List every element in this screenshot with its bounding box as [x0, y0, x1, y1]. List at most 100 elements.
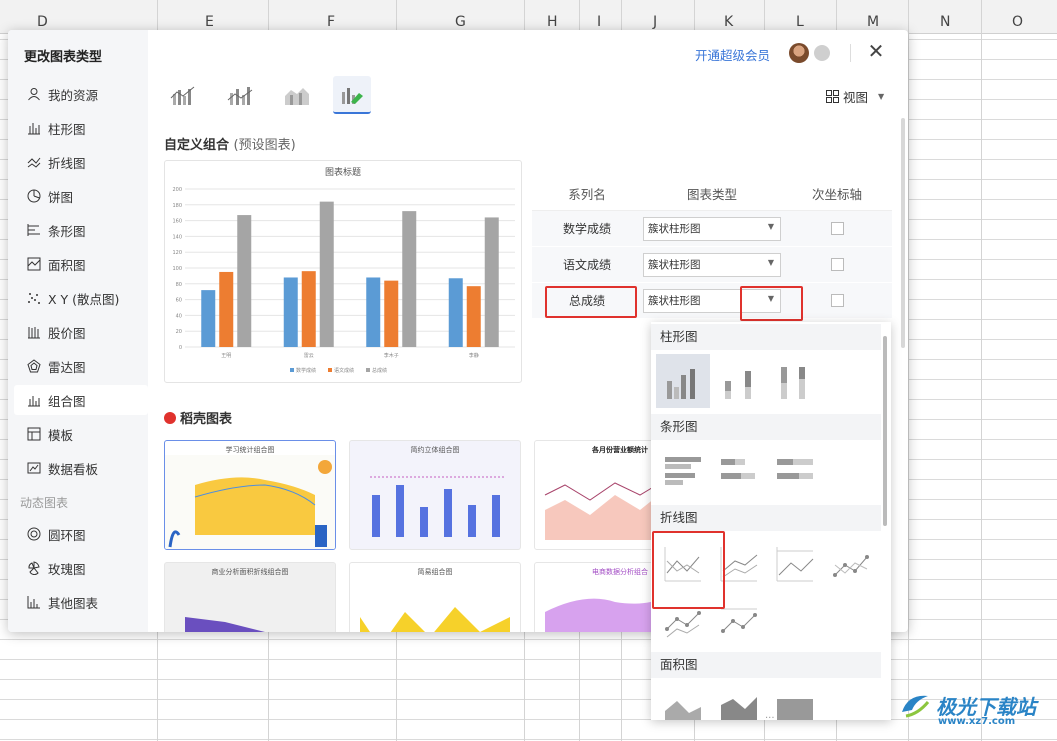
option-stacked-bar[interactable] — [712, 444, 766, 498]
view-dropdown[interactable]: 视图 ▼ — [826, 87, 884, 106]
sidebar-item-pie[interactable]: 饼图 — [14, 181, 148, 211]
column-header-g[interactable]: G — [455, 14, 466, 30]
percent-stacked-bar-icon — [777, 459, 813, 479]
option-percent-stacked-bar[interactable] — [768, 444, 822, 498]
combo-column-area-icon — [227, 87, 253, 105]
template-title: 学习统计组合图 — [225, 446, 275, 454]
option-stacked-column[interactable] — [712, 354, 766, 408]
clustered-column-icon — [667, 369, 695, 399]
sidebar-item-scatter[interactable]: X Y (散点图) — [14, 283, 148, 313]
dropdown-scrollbar[interactable] — [883, 336, 887, 526]
option-stacked-area[interactable] — [712, 682, 766, 720]
column-header-h[interactable]: H — [547, 14, 558, 30]
column-header-i[interactable]: I — [597, 14, 601, 30]
sidebar-item-stock[interactable]: 股价图 — [14, 317, 148, 347]
y-tick-label: 0 — [179, 345, 182, 351]
dialog-scrollbar[interactable] — [901, 118, 905, 348]
column-header-j[interactable]: J — [653, 14, 657, 30]
column-header-d[interactable]: D — [37, 14, 48, 30]
vip-link[interactable]: 开通超级会员 — [695, 45, 770, 64]
avatar[interactable] — [789, 43, 809, 63]
view-label: 视图 — [843, 90, 869, 105]
header-series-name: 系列名 — [568, 187, 606, 202]
section-title-sub: (预设图表) — [233, 138, 296, 153]
sidebar-item-combo[interactable]: 组合图 — [14, 385, 148, 415]
series-name: 语文成绩 — [562, 258, 611, 272]
option-clustered-bar[interactable] — [656, 444, 710, 498]
bar-1 — [283, 277, 298, 347]
sidebar-item-area[interactable]: 面积图 — [14, 249, 148, 279]
sidebar-item-template[interactable]: 模板 — [14, 419, 148, 449]
column-chart-icon — [26, 120, 42, 136]
template-card[interactable]: 简易组合图 — [349, 562, 521, 632]
sidebar-item-label: 数据看板 — [48, 461, 99, 477]
percent-stacked-line-markers-icon — [721, 608, 757, 633]
secondary-axis-checkbox[interactable] — [830, 222, 844, 235]
x-tick-label: 李静 — [469, 352, 479, 359]
legend-label: 语文成绩 — [334, 367, 354, 374]
dialog-title: 更改图表类型 — [24, 50, 103, 65]
dropdown-group-column: 柱形图 — [651, 324, 881, 350]
sidebar-item-column[interactable]: 柱形图 — [14, 113, 148, 143]
option-clustered-column[interactable] — [656, 354, 710, 408]
sidebar-item-label: 组合图 — [48, 393, 86, 409]
dashboard-icon — [26, 460, 42, 476]
template-preview-image — [360, 607, 510, 632]
template-card[interactable]: 简约立体组合图 — [349, 440, 521, 550]
secondary-axis-checkbox[interactable] — [830, 258, 844, 271]
option-percent-stacked-line[interactable] — [768, 536, 822, 590]
tab-combo-style-2[interactable] — [221, 76, 259, 114]
sidebar-item-label: 折线图 — [48, 155, 86, 171]
bar-2 — [301, 271, 316, 347]
column-header-bar: D E F G H I J K L M N O — [0, 0, 1057, 34]
sidebar-item-other[interactable]: 其他图表 — [14, 587, 148, 617]
watermark: 极光下载站 www.xz7.com — [898, 690, 1036, 727]
sidebar-item-donut[interactable]: 圆环图 — [14, 519, 148, 549]
option-area[interactable] — [656, 682, 710, 720]
sidebar-item-line[interactable]: 折线图 — [14, 147, 148, 177]
y-tick-label: 120 — [172, 250, 182, 256]
tab-combo-style-3[interactable] — [278, 76, 316, 114]
dropdown-group-line: 折线图 — [651, 505, 881, 531]
sidebar-item-label: 雷达图 — [48, 359, 86, 375]
sidebar-item-dashboard[interactable]: 数据看板 — [14, 453, 148, 483]
header-chart-type: 图表类型 — [686, 187, 737, 202]
close-button[interactable]: ✕ — [866, 41, 886, 61]
legend-label: 总成绩 — [372, 367, 387, 374]
chevron-down-icon: ▼ — [878, 92, 885, 101]
template-preview-image — [370, 476, 505, 537]
legend-swatch — [290, 368, 294, 372]
option-percent-stacked-area[interactable] — [768, 682, 822, 720]
column-header-m[interactable]: M — [867, 14, 879, 30]
sidebar-item-rose[interactable]: 玫瑰图 — [14, 553, 148, 583]
sidebar-item-my-resources[interactable]: 我的资源 — [14, 79, 148, 109]
column-header-e[interactable]: E — [205, 14, 214, 30]
bar-3 — [319, 201, 334, 347]
bar-2 — [466, 286, 481, 347]
column-header-f[interactable]: F — [327, 14, 335, 30]
chart-type-select[interactable]: 簇状柱形图 ▼ — [643, 252, 781, 277]
tab-combo-style-1[interactable] — [164, 76, 202, 114]
wps-charts-label: 稻壳图表 — [180, 412, 233, 427]
sidebar-item-bar[interactable]: 条形图 — [14, 215, 148, 245]
column-header-o[interactable]: O — [1012, 14, 1023, 30]
watermark-url: www.xz7.com — [938, 716, 1016, 727]
template-card[interactable]: 学习统计组合图 — [164, 440, 336, 550]
bar-1 — [366, 277, 381, 347]
bar-2 — [384, 280, 399, 347]
column-header-k[interactable]: K — [724, 14, 733, 30]
radar-chart-icon — [26, 358, 42, 374]
column-header-l[interactable]: L — [796, 14, 804, 30]
tab-custom-combo[interactable] — [333, 76, 371, 114]
dropdown-group-area: 面积图 — [651, 652, 881, 678]
template-card[interactable]: 商业分析面积折线组合图 — [164, 562, 336, 632]
chart-type-select[interactable]: 簇状柱形图 ▼ — [643, 216, 781, 241]
option-line-with-markers[interactable] — [824, 536, 878, 590]
y-tick-label: 80 — [176, 282, 182, 288]
sidebar-item-radar[interactable]: 雷达图 — [14, 351, 148, 381]
option-percent-stacked-column[interactable] — [768, 354, 822, 408]
x-tick-label: 王明 — [221, 353, 231, 359]
y-tick-label: 60 — [176, 298, 182, 304]
secondary-axis-checkbox[interactable] — [830, 294, 844, 307]
column-header-n[interactable]: N — [940, 14, 950, 30]
